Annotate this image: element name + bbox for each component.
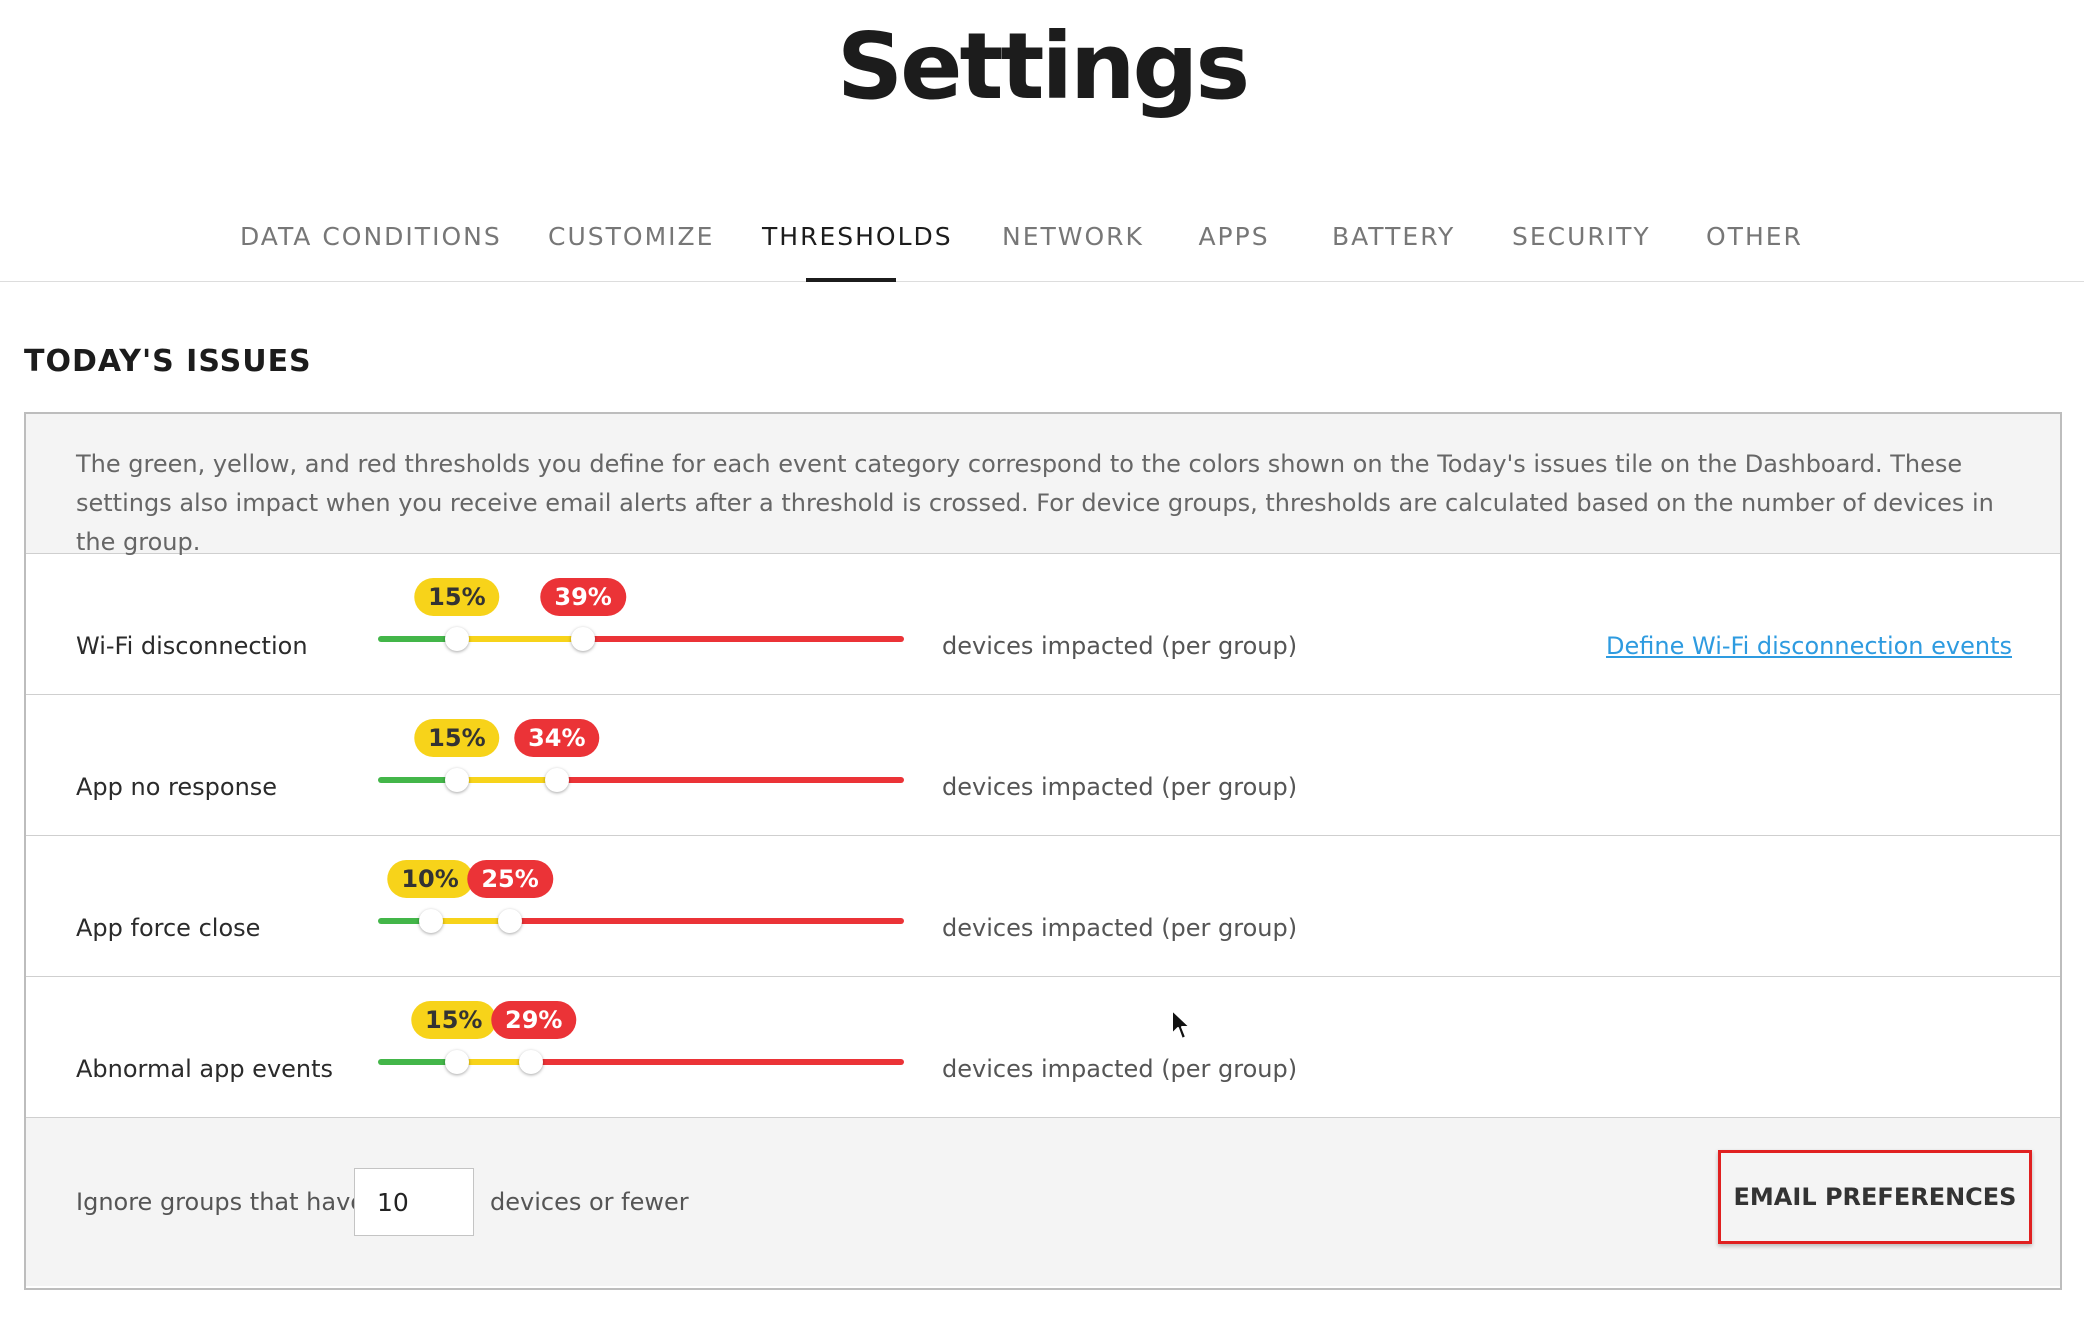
tab-network[interactable]: NETWORK: [1002, 222, 1142, 282]
yellow-threshold-badge: 15%: [410, 1001, 497, 1039]
yellow-threshold-handle[interactable]: [444, 768, 469, 792]
threshold-row-app-no-response: App no response 15% 34% devices impacted…: [26, 695, 2060, 836]
threshold-slider[interactable]: 15% 34%: [378, 719, 904, 792]
slider-red-segment: [530, 1059, 904, 1065]
todays-issues-panel: The green, yellow, and red thresholds yo…: [24, 412, 2062, 1290]
threshold-label: App force close: [76, 914, 261, 942]
tab-other[interactable]: OTHER: [1706, 222, 1801, 282]
threshold-row-abnormal-app-events: Abnormal app events 15% 29% devices impa…: [26, 977, 2060, 1118]
threshold-unit-text: devices impacted (per group): [942, 1055, 1298, 1083]
yellow-threshold-handle[interactable]: [444, 627, 469, 651]
panel-footer: Ignore groups that have devices or fewer…: [26, 1118, 2060, 1286]
red-threshold-handle[interactable]: [544, 768, 569, 792]
threshold-slider[interactable]: 10% 25%: [378, 860, 904, 933]
threshold-label: Wi-Fi disconnection: [76, 632, 308, 660]
threshold-unit-text: devices impacted (per group): [942, 914, 1298, 942]
threshold-unit-text: devices impacted (per group): [942, 632, 1298, 660]
tab-customize[interactable]: CUSTOMIZE: [548, 222, 712, 282]
yellow-threshold-badge: 15%: [414, 578, 500, 616]
slider-red-segment: [509, 918, 904, 924]
slider-red-segment: [583, 636, 904, 642]
yellow-threshold-badge: 15%: [414, 719, 500, 757]
define-wifi-disconnection-link[interactable]: Define Wi-Fi disconnection events: [1606, 632, 2012, 660]
min-devices-input[interactable]: [354, 1168, 474, 1236]
devices-or-fewer-label: devices or fewer: [490, 1188, 689, 1216]
section-title: TODAY'S ISSUES: [24, 344, 312, 379]
email-preferences-button[interactable]: EMAIL PREFERENCES: [1718, 1150, 2032, 1244]
red-threshold-handle[interactable]: [518, 1050, 543, 1074]
threshold-slider[interactable]: 15% 39%: [378, 578, 904, 651]
red-threshold-badge: 29%: [490, 1001, 577, 1039]
yellow-threshold-handle[interactable]: [444, 1050, 469, 1074]
page-title: Settings: [836, 13, 1250, 120]
mouse-pointer-icon: [1171, 1009, 1191, 1040]
tab-security[interactable]: SECURITY: [1512, 222, 1649, 282]
slider-yellow-segment: [456, 777, 557, 783]
threshold-label: App no response: [76, 773, 278, 801]
thresholds-description: The green, yellow, and red thresholds yo…: [26, 414, 2060, 556]
threshold-row-wifi-disconnection: Wi-Fi disconnection 15% 39% devices impa…: [26, 554, 2060, 695]
red-threshold-handle[interactable]: [497, 909, 522, 933]
red-threshold-handle[interactable]: [571, 627, 596, 651]
tab-data-conditions[interactable]: DATA CONDITIONS: [240, 222, 500, 282]
tab-battery[interactable]: BATTERY: [1332, 222, 1453, 282]
ignore-groups-label: Ignore groups that have: [76, 1188, 366, 1216]
tab-thresholds[interactable]: THRESHOLDS: [762, 222, 951, 282]
tab-apps[interactable]: APPS: [1198, 222, 1270, 282]
red-threshold-badge: 25%: [467, 860, 553, 898]
slider-red-segment: [556, 777, 904, 783]
settings-tabs: DATA CONDITIONS CUSTOMIZE THRESHOLDS NET…: [0, 200, 2084, 282]
threshold-unit-text: devices impacted (per group): [942, 773, 1298, 801]
yellow-threshold-handle[interactable]: [418, 909, 443, 933]
slider-yellow-segment: [456, 636, 584, 642]
yellow-threshold-badge: 10%: [387, 860, 473, 898]
threshold-slider[interactable]: 15% 29%: [378, 1001, 904, 1074]
threshold-label: Abnormal app events: [76, 1055, 334, 1083]
red-threshold-badge: 34%: [514, 719, 600, 757]
red-threshold-badge: 39%: [540, 578, 626, 616]
threshold-row-app-force-close: App force close 10% 25% devices impacted…: [26, 836, 2060, 977]
